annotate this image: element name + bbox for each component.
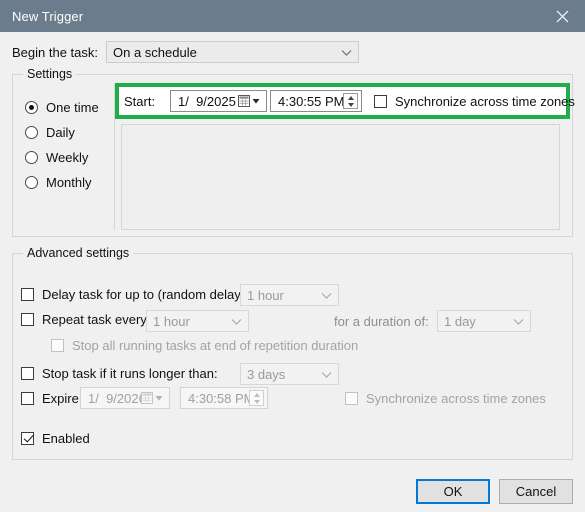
radio-indicator-weekly: [25, 151, 38, 164]
checkbox-indicator-stop-all: [51, 339, 64, 352]
delay-task-label: Delay task for up to (random delay):: [42, 287, 249, 302]
start-time-field[interactable]: 4:30:55 PM: [270, 90, 362, 112]
spinner-down-arrow[interactable]: [253, 399, 260, 404]
sync-across-time-zones-expire-label: Synchronize across time zones: [366, 391, 546, 406]
expire-date-field[interactable]: 1/ 9/2026: [80, 387, 170, 409]
checkbox-indicator-sync-expire: [345, 392, 358, 405]
calendar-icon[interactable]: [238, 95, 260, 107]
radio-monthly[interactable]: Monthly: [25, 175, 92, 190]
radio-indicator-daily: [25, 126, 38, 139]
start-label: Start:: [124, 94, 156, 109]
radio-label-weekly: Weekly: [46, 150, 89, 165]
expire-checkbox[interactable]: Expire:: [21, 391, 82, 406]
spinner-down-arrow[interactable]: [347, 102, 354, 107]
radio-weekly[interactable]: Weekly: [25, 150, 88, 165]
radio-label-one-time: One time: [46, 100, 99, 115]
enabled-checkbox[interactable]: Enabled: [21, 431, 90, 446]
delay-task-checkbox[interactable]: Delay task for up to (random delay):: [21, 287, 249, 302]
new-trigger-dialog: New Trigger Begin the task: On a schedul…: [0, 0, 585, 512]
settings-group-title: Settings: [23, 67, 77, 81]
spinner-updown-icon[interactable]: [249, 390, 264, 406]
cancel-button[interactable]: Cancel: [499, 479, 573, 504]
chevron-down-icon: [321, 367, 332, 382]
spinner-updown-icon[interactable]: [343, 93, 358, 109]
checkbox-indicator-delay: [21, 288, 34, 301]
window-title: New Trigger: [12, 8, 84, 24]
stop-task-if-runs-longer-checkbox[interactable]: Stop task if it runs longer than:: [21, 366, 218, 381]
sync-across-time-zones-expire[interactable]: Synchronize across time zones: [345, 391, 546, 406]
start-date-value: 1/ 9/2025: [178, 93, 236, 109]
repeat-task-value: 1 hour: [153, 313, 190, 329]
duration-label: for a duration of:: [334, 314, 429, 329]
radio-label-monthly: Monthly: [46, 175, 92, 190]
expire-label: Expire:: [42, 391, 83, 406]
checkbox-indicator-enabled: [21, 432, 34, 445]
advanced-settings-group-title: Advanced settings: [23, 246, 134, 260]
start-date-field[interactable]: 1/ 9/2025: [170, 90, 267, 112]
checkbox-indicator-sync-start: [374, 95, 387, 108]
repeat-task-dropdown[interactable]: 1 hour: [146, 310, 249, 332]
radio-one-time[interactable]: One time: [25, 100, 99, 115]
chevron-down-icon: [513, 314, 524, 329]
stop-task-if-runs-longer-label: Stop task if it runs longer than:: [42, 366, 218, 381]
repeat-task-label: Repeat task every:: [42, 312, 151, 327]
title-bar: New Trigger: [0, 0, 585, 32]
checkbox-indicator-stop-task: [21, 367, 34, 380]
chevron-down-icon: [321, 288, 332, 303]
stop-task-duration-dropdown[interactable]: 3 days: [240, 363, 339, 385]
stop-all-running-tasks-label: Stop all running tasks at end of repetit…: [72, 338, 359, 353]
radio-daily[interactable]: Daily: [25, 125, 75, 140]
sync-across-time-zones-start-label: Synchronize across time zones: [395, 94, 575, 109]
duration-dropdown[interactable]: 1 day: [437, 310, 531, 332]
delay-task-dropdown[interactable]: 1 hour: [240, 284, 339, 306]
calendar-icon[interactable]: [141, 392, 163, 404]
ok-button[interactable]: OK: [416, 479, 490, 504]
sync-across-time-zones-start[interactable]: Synchronize across time zones: [374, 94, 575, 109]
spinner-up-arrow[interactable]: [253, 392, 260, 397]
spinner-up-arrow[interactable]: [347, 95, 354, 100]
radio-indicator-one-time: [25, 101, 38, 114]
begin-task-dropdown[interactable]: On a schedule: [106, 41, 359, 63]
start-time-value: 4:30:55 PM: [278, 93, 345, 109]
chevron-down-icon: [341, 45, 352, 60]
stop-all-running-tasks-checkbox[interactable]: Stop all running tasks at end of repetit…: [51, 338, 358, 353]
delay-task-value: 1 hour: [247, 287, 284, 303]
radio-indicator-monthly: [25, 176, 38, 189]
repeat-task-checkbox[interactable]: Repeat task every:: [21, 312, 150, 327]
expire-time-field[interactable]: 4:30:58 PM: [180, 387, 268, 409]
checkbox-indicator-expire: [21, 392, 34, 405]
close-icon: [556, 10, 569, 23]
begin-task-label: Begin the task:: [12, 44, 98, 60]
schedule-detail-panel: [121, 124, 560, 230]
duration-value: 1 day: [444, 313, 476, 329]
begin-task-row: Begin the task: On a schedule: [12, 41, 359, 63]
expire-date-value: 1/ 9/2026: [88, 390, 146, 406]
enabled-label: Enabled: [42, 431, 90, 446]
close-button[interactable]: [540, 0, 585, 32]
expire-time-value: 4:30:58 PM: [188, 390, 255, 406]
checkbox-indicator-repeat: [21, 313, 34, 326]
radio-label-daily: Daily: [46, 125, 75, 140]
chevron-down-icon: [231, 314, 242, 329]
begin-task-value: On a schedule: [113, 44, 197, 60]
stop-task-duration-value: 3 days: [247, 366, 286, 382]
